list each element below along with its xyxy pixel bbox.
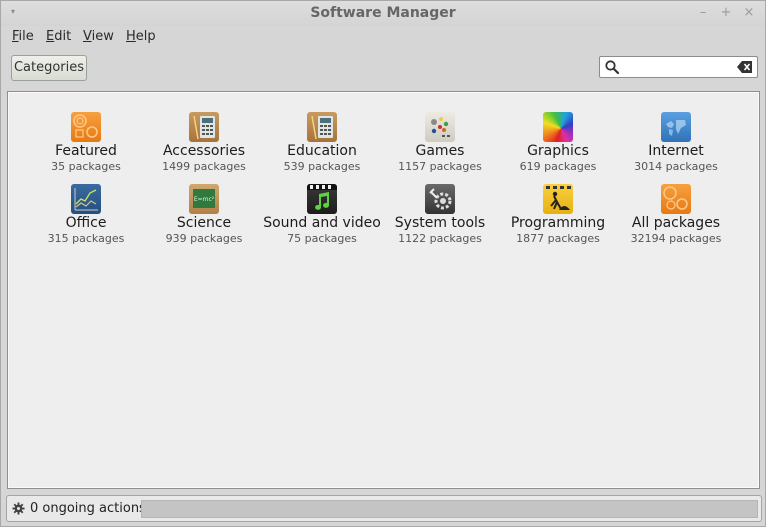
gamepad-icon — [425, 112, 455, 142]
category-count: 35 packages — [51, 160, 121, 173]
software-manager-window: ▾ Software Manager – + × File Edit View … — [0, 0, 766, 527]
category-system-tools[interactable]: System tools 1122 packages — [381, 184, 499, 246]
all-packages-icon — [661, 184, 691, 214]
system-gears-icon — [425, 184, 455, 214]
window-title: Software Manager — [310, 5, 456, 21]
color-wheel-icon — [543, 112, 573, 142]
category-internet[interactable]: Internet 3014 packages — [617, 112, 735, 174]
category-count: 75 packages — [287, 232, 357, 245]
category-name: Games — [415, 143, 465, 159]
category-count: 1122 packages — [398, 232, 482, 245]
category-education[interactable]: Education 539 packages — [263, 112, 381, 174]
category-count: 619 packages — [519, 160, 597, 173]
ongoing-actions-label: 0 ongoing actions — [30, 501, 146, 516]
category-count: 1877 packages — [516, 232, 600, 245]
category-all-packages[interactable]: All packages 32194 packages — [617, 184, 735, 246]
menu-view[interactable]: View — [83, 29, 114, 44]
title-bar[interactable]: ▾ Software Manager – + × — [1, 1, 765, 26]
svg-text:E=mc²: E=mc² — [194, 196, 215, 203]
category-name: Education — [287, 143, 357, 159]
search-input[interactable] — [622, 58, 738, 78]
category-count: 32194 packages — [630, 232, 722, 245]
category-count: 939 packages — [165, 232, 243, 245]
clapperboard-music-icon — [307, 184, 337, 214]
clear-search-icon[interactable] — [737, 60, 753, 74]
categories-button[interactable]: Categories — [11, 55, 87, 81]
category-name: Featured — [55, 143, 117, 159]
gear-icon — [12, 502, 25, 515]
category-name: Sound and video — [263, 215, 381, 231]
calculator-icon — [189, 112, 219, 142]
category-featured[interactable]: Featured 35 packages — [27, 112, 145, 174]
menu-view-mnemonic: V — [83, 29, 92, 44]
chart-icon — [71, 184, 101, 214]
menu-help[interactable]: Help — [126, 29, 156, 44]
category-accessories[interactable]: Accessories 1499 packages — [145, 112, 263, 174]
category-graphics[interactable]: Graphics 619 packages — [499, 112, 617, 174]
menu-edit-mnemonic: E — [46, 29, 55, 44]
menu-help-mnemonic: H — [126, 29, 136, 44]
calculator-icon — [307, 112, 337, 142]
category-count: 1499 packages — [162, 160, 246, 173]
category-programming[interactable]: Programming 1877 packages — [499, 184, 617, 246]
category-science[interactable]: E=mc² Science 939 packages — [145, 184, 263, 246]
category-office[interactable]: Office 315 packages — [27, 184, 145, 246]
close-button[interactable]: × — [741, 5, 757, 20]
category-count: 3014 packages — [634, 160, 718, 173]
category-name: All packages — [631, 215, 721, 231]
category-grid: Featured 35 packages Accessories 1499 pa… — [7, 91, 760, 489]
category-name: Programming — [510, 215, 606, 231]
category-name: Science — [176, 215, 232, 231]
search-icon — [605, 60, 620, 75]
category-name: Graphics — [527, 143, 589, 159]
category-sound-and-video[interactable]: Sound and video 75 packages — [263, 184, 381, 246]
category-count: 539 packages — [283, 160, 361, 173]
category-games[interactable]: Games 1157 packages — [381, 112, 499, 174]
menu-edit[interactable]: Edit — [46, 29, 71, 44]
progress-bar — [141, 500, 758, 518]
category-name: Internet — [648, 143, 704, 159]
maximize-button[interactable]: + — [718, 5, 734, 20]
category-name: Accessories — [162, 143, 246, 159]
construction-icon — [543, 184, 573, 214]
menu-help-label: elp — [135, 29, 156, 44]
chalkboard-icon: E=mc² — [189, 184, 219, 214]
menu-edit-label: dit — [54, 29, 72, 44]
minimize-button[interactable]: – — [695, 5, 711, 20]
category-count: 315 packages — [47, 232, 125, 245]
menu-bar: File Edit View Help — [1, 26, 765, 48]
status-bar: 0 ongoing actions — [6, 495, 762, 522]
search-box[interactable] — [599, 56, 758, 78]
category-name: System tools — [394, 215, 486, 231]
menu-view-label: iew — [91, 29, 114, 44]
category-count: 1157 packages — [398, 160, 482, 173]
category-name: Office — [65, 215, 107, 231]
menu-file-label: ile — [18, 29, 34, 44]
featured-icon — [71, 112, 101, 142]
globe-icon — [661, 112, 691, 142]
menu-file[interactable]: File — [12, 29, 34, 44]
